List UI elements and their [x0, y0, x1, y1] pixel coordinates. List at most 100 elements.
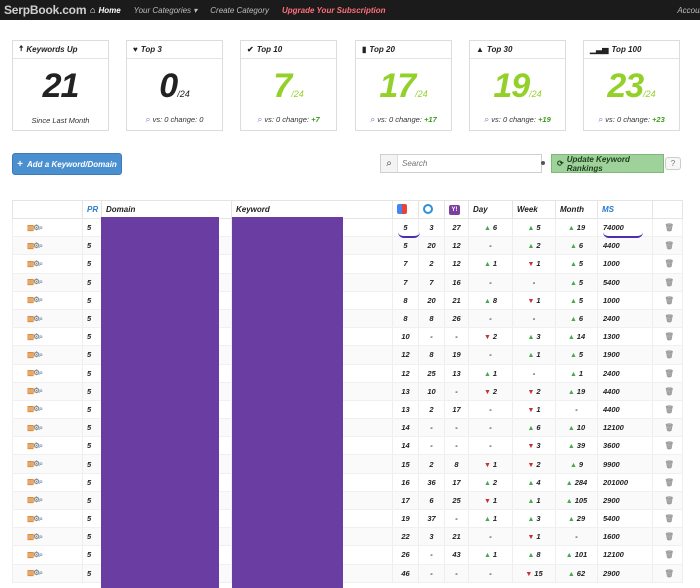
nav-home[interactable]: ⌂ Home	[90, 5, 121, 15]
trend-value: 2	[492, 386, 498, 396]
google-rank-cell: 14	[392, 418, 419, 438]
brand-logo[interactable]: SerpBook.com	[4, 3, 90, 17]
search-icon[interactable]: ⌕	[39, 368, 43, 377]
row-tools: ▥⚙⌕	[12, 509, 83, 529]
trash-icon[interactable]: 🗑	[652, 218, 683, 238]
search-input[interactable]	[398, 159, 538, 168]
update-keyword-rankings-button[interactable]: ⟳ Update Keyword Rankings	[551, 154, 664, 173]
search-icon[interactable]: ⌕	[381, 155, 398, 172]
trash-icon[interactable]: 🗑	[652, 345, 683, 365]
trash-icon[interactable]: 🗑	[652, 309, 683, 329]
day-change-cell: ▲ 1	[468, 364, 513, 383]
stat-card-change: +7	[311, 115, 320, 124]
trash-icon[interactable]: 🗑	[652, 454, 683, 474]
week-header[interactable]: Week	[512, 200, 556, 219]
search-icon[interactable]: ⌕	[39, 532, 43, 541]
google-rank-cell: 8	[392, 291, 419, 310]
arrow-up-icon: ▲	[483, 479, 491, 487]
search-icon[interactable]: ⌕	[39, 441, 43, 450]
trash-icon[interactable]: 🗑	[652, 327, 683, 347]
bing-header[interactable]	[418, 200, 445, 219]
stat-card-value: 21	[13, 68, 108, 104]
nav-account[interactable]: Accoun	[677, 6, 700, 15]
trend-value: -	[575, 404, 578, 414]
search-icon[interactable]: ⌕	[39, 223, 43, 232]
trash-icon[interactable]: 🗑	[652, 545, 683, 565]
trash-icon[interactable]: 🗑	[652, 436, 683, 456]
pr-cell: 5	[82, 273, 102, 292]
trash-icon[interactable]: 🗑	[652, 382, 683, 401]
trash-icon[interactable]: 🗑	[652, 527, 683, 547]
nav-categories-dropdown[interactable]: Your Categories ▾	[134, 6, 198, 15]
nav-create-category[interactable]: Create Category	[210, 6, 269, 15]
trash-icon[interactable]: 🗑	[652, 509, 683, 529]
search-icon[interactable]: ⌕	[39, 404, 43, 413]
day-change-cell: -	[468, 418, 513, 438]
search-icon[interactable]: ⌕	[39, 477, 43, 486]
arrow-down-icon: ▼	[527, 443, 535, 451]
trash-icon[interactable]: 🗑	[652, 254, 683, 274]
stat-card: 🠅 Keywords Up 21 Since Last Month	[12, 40, 109, 131]
nav-upgrade-subscription[interactable]: Upgrade Your Subscription	[282, 6, 386, 15]
trash-icon[interactable]: 🗑	[652, 473, 683, 492]
google-rank-cell: 15	[392, 454, 419, 474]
pr-cell: 5	[82, 473, 102, 492]
search-icon[interactable]: ⌕	[39, 314, 43, 323]
pr-header[interactable]: PR	[82, 200, 102, 219]
google-rank-cell: 12	[392, 345, 419, 365]
search-icon[interactable]: ⌕	[39, 295, 43, 304]
trash-icon[interactable]: 🗑	[652, 491, 683, 511]
day-header[interactable]: Day	[468, 200, 513, 219]
day-change-cell: -	[468, 400, 513, 420]
trash-icon[interactable]: 🗑	[652, 564, 683, 583]
trend-value: -	[489, 404, 492, 414]
search-icon[interactable]: ⌕	[39, 332, 43, 341]
domain-header[interactable]: Domain	[101, 200, 232, 219]
google-rank-cell: 46	[392, 564, 419, 583]
search-icon[interactable]: ⌕	[39, 350, 43, 359]
arrow-up-icon: ▲	[567, 334, 575, 342]
search-icon[interactable]: ⌕	[39, 259, 43, 268]
stat-card-footer-text: vs: 0 change:	[491, 115, 536, 124]
search-icon[interactable]: ⌕	[39, 550, 43, 559]
search-icon[interactable]: ⌕	[39, 241, 43, 250]
arrow-down-icon: ▼	[483, 461, 491, 469]
month-change-cell: ▲ 5	[555, 291, 598, 310]
search-icon[interactable]: ⌕	[39, 568, 43, 577]
trash-icon[interactable]: 🗑	[652, 291, 683, 310]
search-icon[interactable]: ⌕	[39, 277, 43, 286]
stat-card: ▲ Top 30 19/24 ⌕ vs: 0 change: +19	[469, 40, 566, 131]
keyword-header[interactable]: Keyword	[231, 200, 393, 219]
road-icon: ▲	[476, 45, 484, 54]
pr-cell: 5	[82, 327, 102, 347]
ms-cell: 12100	[597, 545, 653, 565]
search-icon: ⌕	[370, 114, 376, 124]
trend-value: 2	[492, 332, 498, 342]
month-header[interactable]: Month	[555, 200, 598, 219]
add-keyword-domain-button[interactable]: + Add a Keyword/Domain	[12, 153, 122, 175]
search-icon[interactable]: ⌕	[39, 459, 43, 468]
stat-card-title: ▲ Top 30	[470, 41, 565, 59]
month-change-cell: ▲ 5	[555, 345, 598, 365]
trend-value: -	[489, 241, 492, 251]
search-icon[interactable]: ⌕	[39, 495, 43, 504]
google-rank-cell: 14	[392, 436, 419, 456]
trash-icon[interactable]: 🗑	[652, 236, 683, 256]
trend-value: -	[489, 532, 492, 542]
refresh-icon: ⟳	[557, 159, 564, 168]
trash-icon[interactable]: 🗑	[652, 273, 683, 292]
search-icon[interactable]: ⌕	[39, 514, 43, 523]
help-toggle-icon[interactable]: ?	[665, 157, 681, 170]
bing-rank-cell: 20	[418, 236, 445, 256]
trash-icon[interactable]: 🗑	[652, 418, 683, 438]
ms-header[interactable]: MS	[597, 200, 653, 219]
search-icon[interactable]: ⌕	[39, 386, 43, 395]
google-header[interactable]	[392, 200, 419, 219]
trash-icon[interactable]: 🗑	[652, 364, 683, 383]
trash-icon[interactable]: 🗑	[652, 400, 683, 420]
yahoo-header[interactable]: Y!	[444, 200, 469, 219]
row-tools: ▥⚙⌕	[12, 473, 83, 492]
search-icon[interactable]: ⌕	[39, 423, 43, 432]
table-header-row: PR Domain Keyword Y! Day Week Month MS	[12, 200, 683, 219]
stat-card-title-text: Top 100	[611, 45, 642, 54]
